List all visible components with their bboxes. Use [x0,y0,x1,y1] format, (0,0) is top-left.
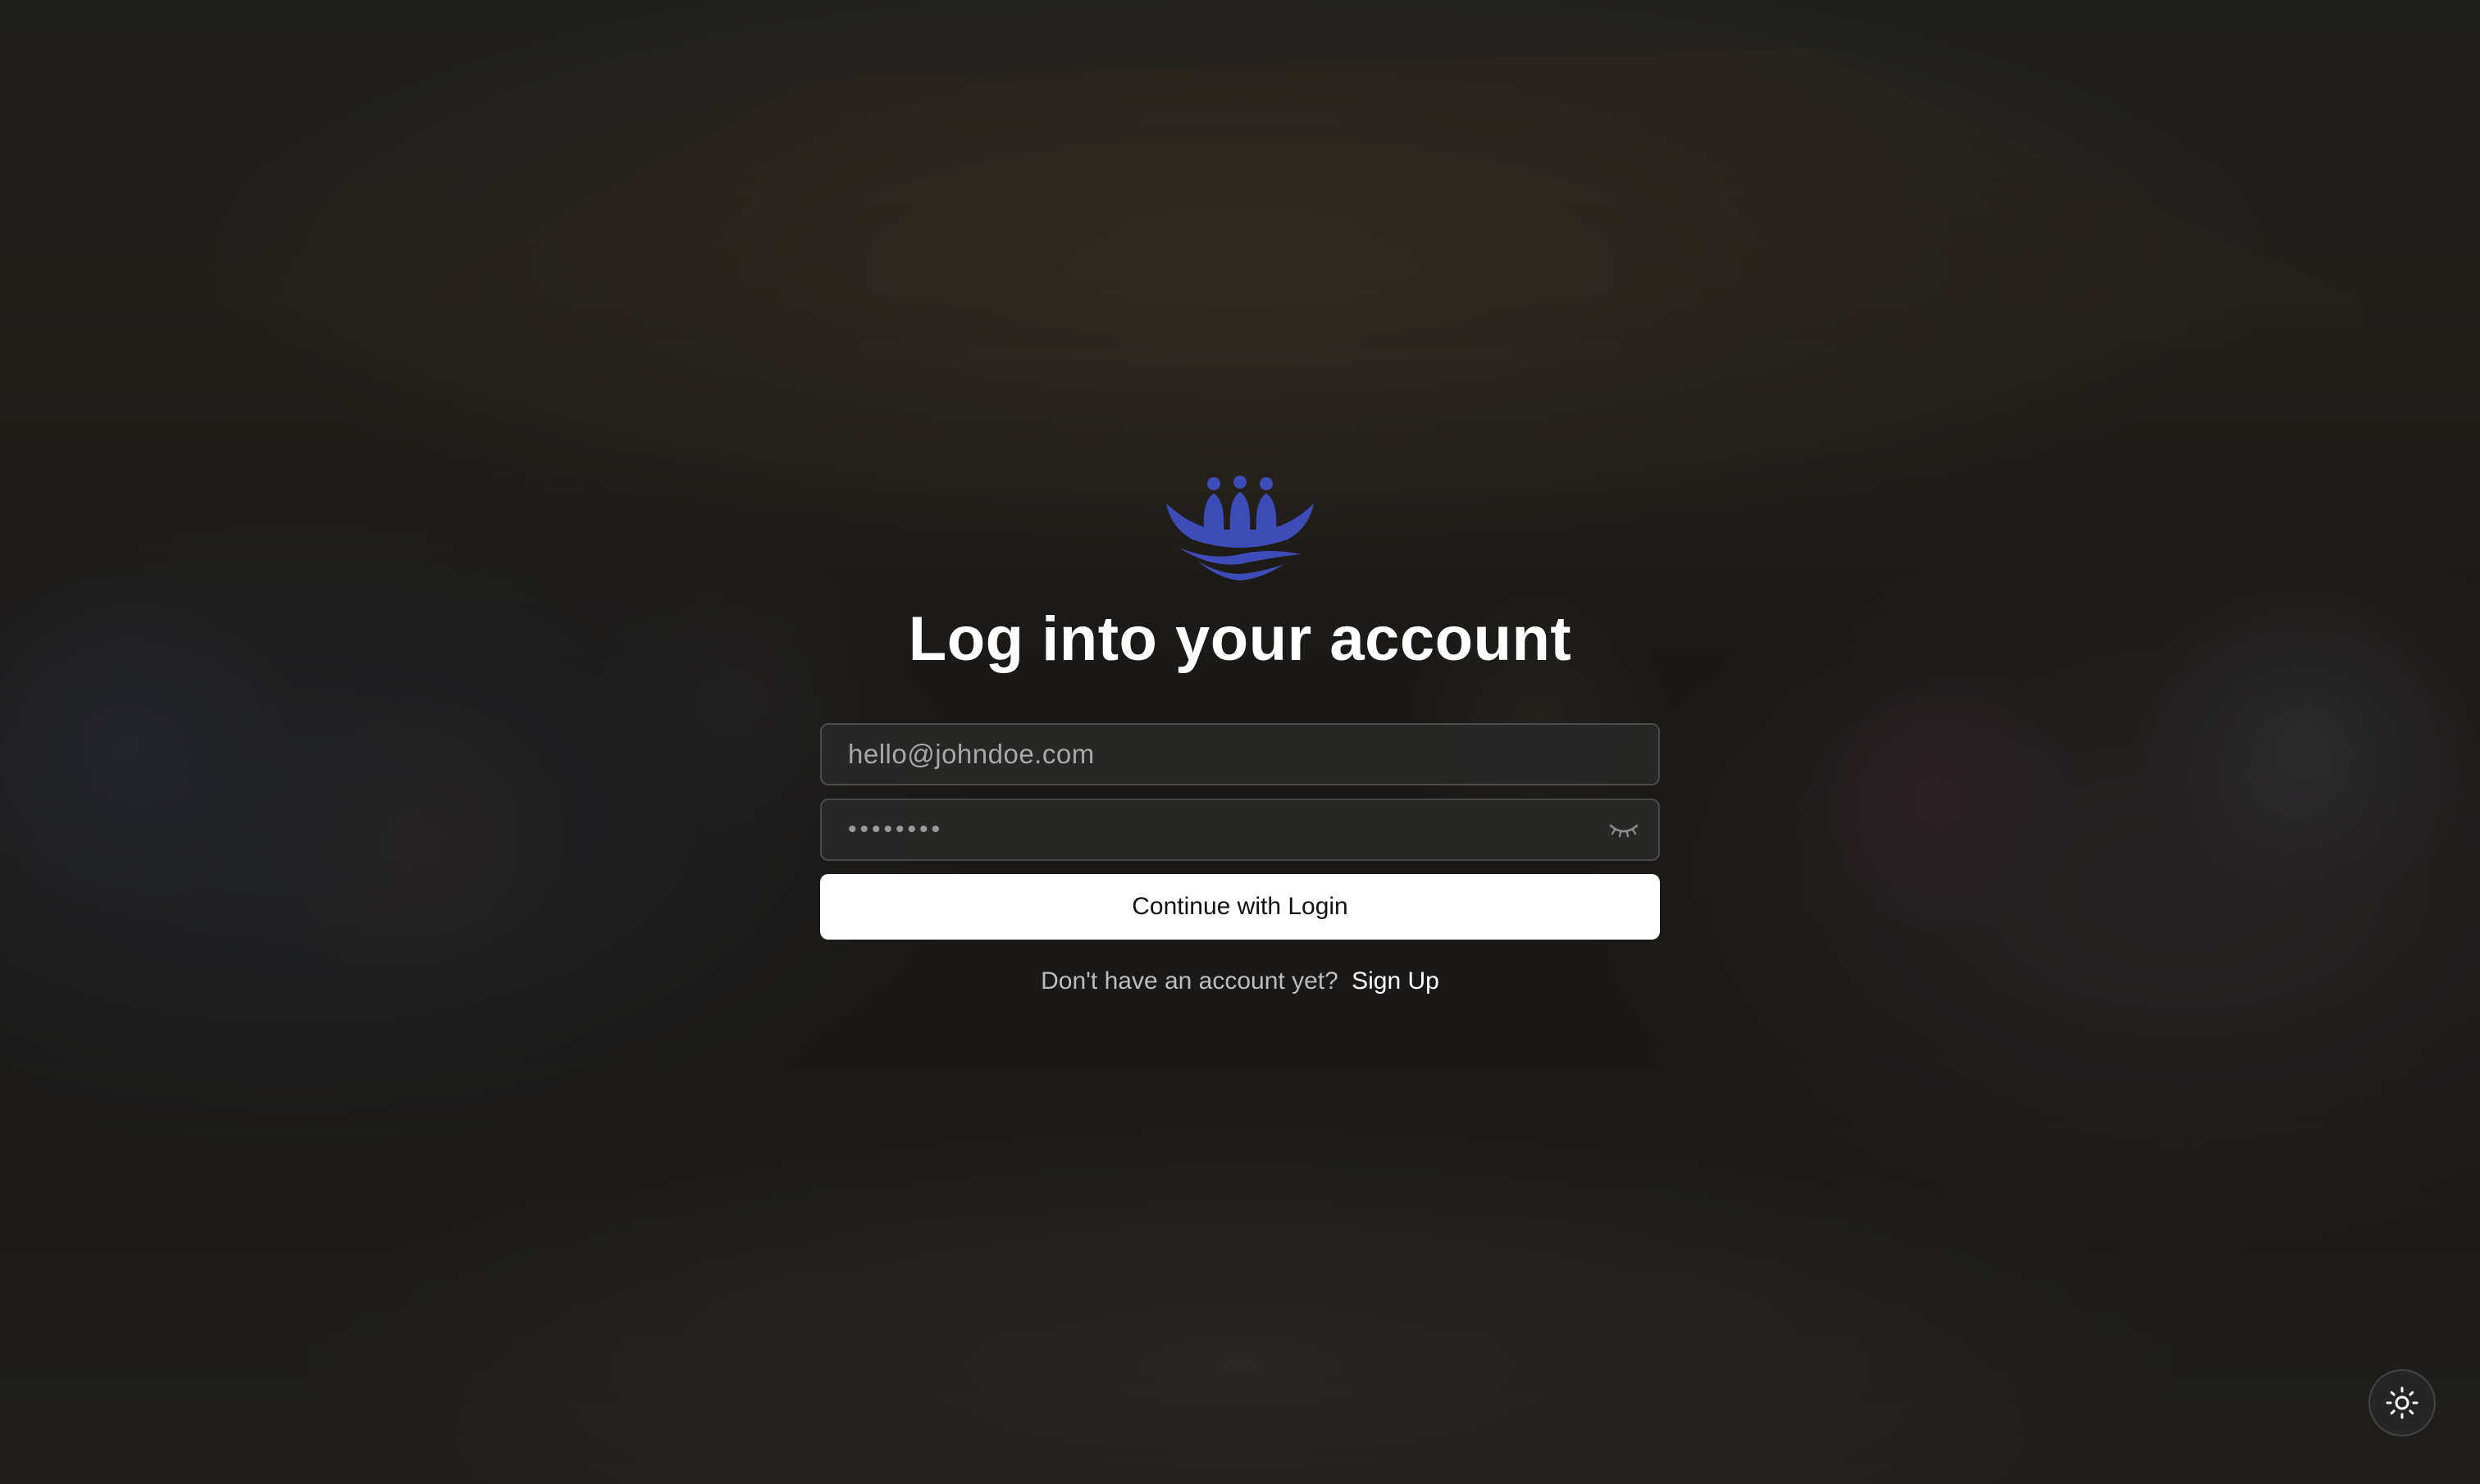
eye-closed-icon[interactable] [1607,817,1640,842]
email-placeholder: hello@johndoe.com [848,739,1095,769]
continue-login-button[interactable]: Continue with Login [820,874,1660,940]
password-field[interactable]: •••••••• [820,799,1660,861]
signup-row: Don't have an account yet? Sign Up [1041,967,1439,995]
signup-link[interactable]: Sign Up [1352,967,1439,995]
boat-people-logo [1166,476,1314,580]
email-field[interactable]: hello@johndoe.com [820,723,1660,785]
sun-icon [2386,1386,2418,1419]
theme-toggle-button[interactable] [2368,1369,2436,1436]
page-title: Log into your account [908,604,1572,674]
password-value: •••••••• [848,816,944,843]
login-panel: Log into your account hello@johndoe.com … [820,476,1660,995]
signup-prompt: Don't have an account yet? [1041,967,1338,995]
